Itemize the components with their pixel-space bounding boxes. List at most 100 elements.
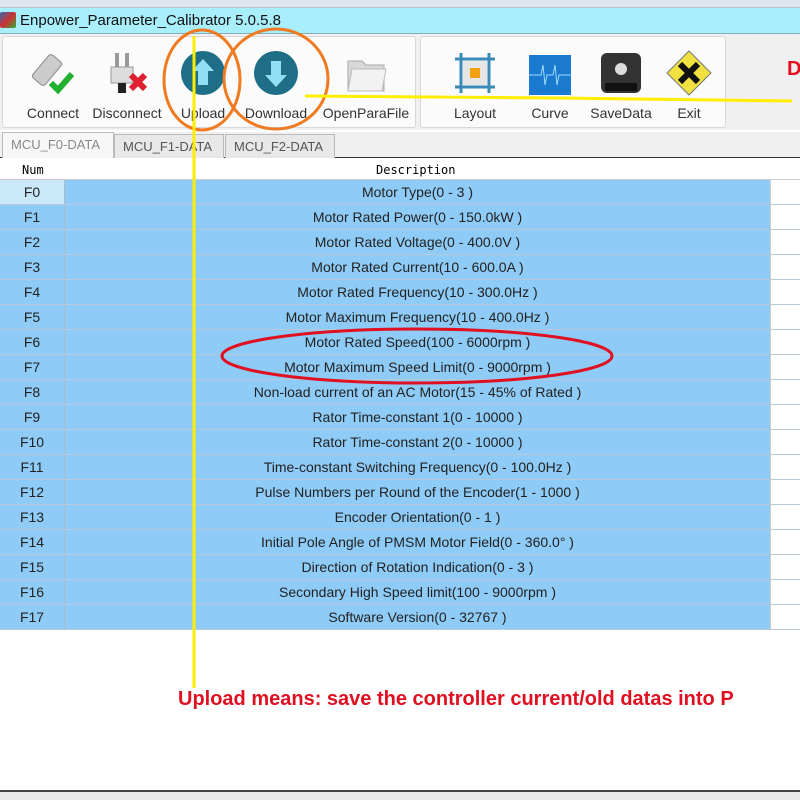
status-bar [0, 790, 800, 800]
param-num[interactable]: F2 [0, 230, 65, 254]
table-row[interactable]: F17 Software Version(0 - 32767 ) [0, 605, 800, 630]
table-row[interactable]: F11 Time-constant Switching Frequency(0 -… [0, 455, 800, 480]
param-description[interactable]: Pulse Numbers per Round of the Encoder(1… [65, 480, 770, 504]
table-row[interactable]: F15 Direction of Rotation Indication(0 - … [0, 555, 800, 580]
param-value-cell[interactable] [770, 305, 800, 329]
tab-mcu-f2-data[interactable]: MCU_F2-DATA [225, 134, 335, 158]
param-description[interactable]: Motor Rated Speed(100 - 6000rpm ) [65, 330, 770, 354]
table-row[interactable]: F14 Initial Pole Angle of PMSM Motor Fiel… [0, 530, 800, 555]
table-row[interactable]: F16 Secondary High Speed limit(100 - 9000… [0, 580, 800, 605]
param-description[interactable]: Software Version(0 - 32767 ) [65, 605, 770, 629]
param-description[interactable]: Motor Rated Power(0 - 150.0kW ) [65, 205, 770, 229]
table-row[interactable]: F13 Encoder Orientation(0 - 1 ) [0, 505, 800, 530]
download-button[interactable]: Download [239, 37, 313, 127]
param-description[interactable]: Motor Maximum Speed Limit(0 - 9000rpm ) [65, 355, 770, 379]
tab-mcu-f0-data[interactable]: MCU_F0-DATA [2, 132, 114, 158]
title-bar: Enpower_Parameter_Calibrator 5.0.5.8 [0, 8, 800, 34]
param-description[interactable]: Direction of Rotation Indication(0 - 3 ) [65, 555, 770, 579]
param-num[interactable]: F4 [0, 280, 65, 304]
toolbar-group-connection: Connect Disconnect Upload Download OpenP… [2, 36, 416, 128]
param-value-cell[interactable] [770, 380, 800, 404]
param-description[interactable]: Time-constant Switching Frequency(0 - 10… [65, 455, 770, 479]
folder-icon [347, 60, 387, 92]
open-para-file-button[interactable]: OpenParaFile [319, 37, 413, 127]
upload-button[interactable]: Upload [169, 37, 237, 127]
param-description[interactable]: Rator Time-constant 2(0 - 10000 ) [65, 430, 770, 454]
param-num[interactable]: F17 [0, 605, 65, 629]
top-strip [0, 0, 800, 8]
upload-arrow-icon [181, 51, 225, 95]
param-description[interactable]: Initial Pole Angle of PMSM Motor Field(0… [65, 530, 770, 554]
param-value-cell[interactable] [770, 430, 800, 454]
param-value-cell[interactable] [770, 205, 800, 229]
header-num: Num [22, 163, 44, 177]
table-row[interactable]: F9 Rator Time-constant 1(0 - 10000 ) [0, 405, 800, 430]
tab-mcu-f1-data[interactable]: MCU_F1-DATA [114, 134, 224, 158]
table-row[interactable]: F3 Motor Rated Current(10 - 600.0A ) [0, 255, 800, 280]
param-description[interactable]: Motor Rated Frequency(10 - 300.0Hz ) [65, 280, 770, 304]
param-description[interactable]: Motor Type(0 - 3 ) [65, 180, 770, 204]
table-row[interactable]: F5 Motor Maximum Frequency(10 - 400.0Hz ) [0, 305, 800, 330]
param-value-cell[interactable] [770, 480, 800, 504]
param-num[interactable]: F3 [0, 255, 65, 279]
param-description[interactable]: Motor Maximum Frequency(10 - 400.0Hz ) [65, 305, 770, 329]
param-num[interactable]: F5 [0, 305, 65, 329]
table-row[interactable]: F8 Non-load current of an AC Motor(15 - 4… [0, 380, 800, 405]
param-value-cell[interactable] [770, 230, 800, 254]
param-num[interactable]: F15 [0, 555, 65, 579]
param-value-cell[interactable] [770, 355, 800, 379]
param-description[interactable]: Rator Time-constant 1(0 - 10000 ) [65, 405, 770, 429]
param-value-cell[interactable] [770, 180, 800, 204]
parameter-table: Num Description F0 Motor Type(0 - 3 ) F1 Mo… [0, 159, 800, 630]
param-description[interactable]: Encoder Orientation(0 - 1 ) [65, 505, 770, 529]
save-data-button[interactable]: SaveData [585, 37, 657, 127]
param-value-cell[interactable] [770, 280, 800, 304]
param-num[interactable]: F6 [0, 330, 65, 354]
param-value-cell[interactable] [770, 330, 800, 354]
param-description[interactable]: Secondary High Speed limit(100 - 9000rpm… [65, 580, 770, 604]
param-value-cell[interactable] [770, 555, 800, 579]
connect-button[interactable]: Connect [17, 37, 89, 127]
table-row[interactable]: F10 Rator Time-constant 2(0 - 10000 ) [0, 430, 800, 455]
param-value-cell[interactable] [770, 255, 800, 279]
layout-button[interactable]: Layout [439, 37, 511, 127]
param-num[interactable]: F1 [0, 205, 65, 229]
param-num[interactable]: F8 [0, 380, 65, 404]
param-value-cell[interactable] [770, 580, 800, 604]
param-num[interactable]: F13 [0, 505, 65, 529]
table-row[interactable]: F2 Motor Rated Voltage(0 - 400.0V ) [0, 230, 800, 255]
download-note: D [787, 58, 800, 80]
param-num[interactable]: F12 [0, 480, 65, 504]
table-row[interactable]: F6 Motor Rated Speed(100 - 6000rpm ) [0, 330, 800, 355]
table-row[interactable]: F12 Pulse Numbers per Round of the Encode… [0, 480, 800, 505]
param-num[interactable]: F7 [0, 355, 65, 379]
param-description[interactable]: Non-load current of an AC Motor(15 - 45%… [65, 380, 770, 404]
param-num[interactable]: F9 [0, 405, 65, 429]
table-row[interactable]: F7 Motor Maximum Speed Limit(0 - 9000rpm … [0, 355, 800, 380]
table-row[interactable]: F1 Motor Rated Power(0 - 150.0kW ) [0, 205, 800, 230]
param-value-cell[interactable] [770, 455, 800, 479]
floppy-disk-icon [601, 53, 641, 93]
param-num[interactable]: F10 [0, 430, 65, 454]
window-title: Enpower_Parameter_Calibrator 5.0.5.8 [20, 12, 281, 29]
param-num[interactable]: F14 [0, 530, 65, 554]
toolbar: Connect Disconnect Upload Download OpenP… [0, 34, 800, 130]
disconnect-button[interactable]: Disconnect [89, 37, 165, 127]
param-value-cell[interactable] [770, 505, 800, 529]
table-row[interactable]: F4 Motor Rated Frequency(10 - 300.0Hz ) [0, 280, 800, 305]
connect-plug-check-icon [31, 54, 75, 95]
curve-button[interactable]: Curve [517, 37, 583, 127]
toolbar-group-tools: Layout Curve SaveData Exit [420, 36, 726, 128]
exit-button[interactable]: Exit [657, 37, 721, 127]
param-num[interactable]: F0 [0, 180, 65, 204]
table-row[interactable]: F0 Motor Type(0 - 3 ) [0, 180, 800, 205]
param-description[interactable]: Motor Rated Voltage(0 - 400.0V ) [65, 230, 770, 254]
param-value-cell[interactable] [770, 605, 800, 629]
param-value-cell[interactable] [770, 405, 800, 429]
param-description[interactable]: Motor Rated Current(10 - 600.0A ) [65, 255, 770, 279]
tab-bar: MCU_F0-DATA MCU_F1-DATA MCU_F2-DATA [0, 132, 800, 158]
param-num[interactable]: F16 [0, 580, 65, 604]
param-num[interactable]: F11 [0, 455, 65, 479]
upload-note: Upload means: save the controller curren… [178, 688, 734, 710]
param-value-cell[interactable] [770, 530, 800, 554]
